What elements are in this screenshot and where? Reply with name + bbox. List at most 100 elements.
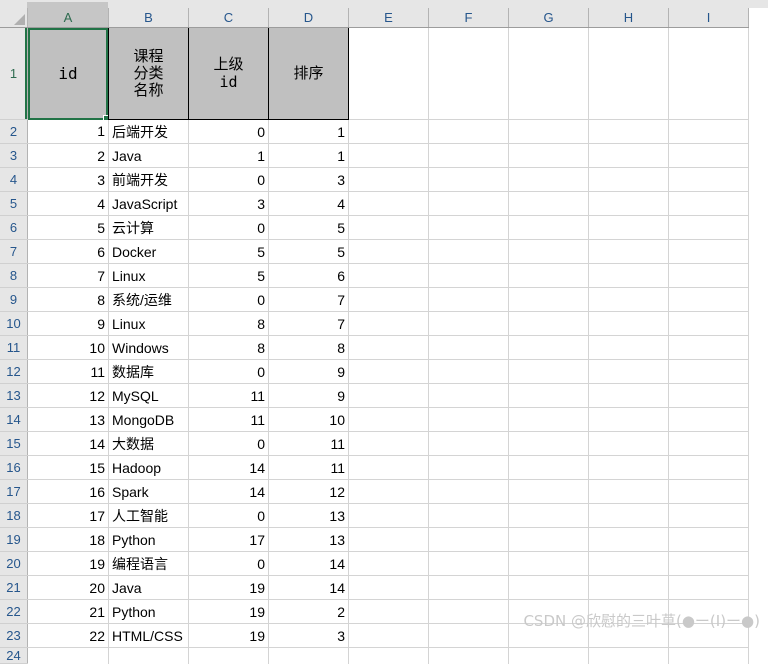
cell-f22[interactable] xyxy=(428,599,509,624)
column-header-a[interactable]: A xyxy=(27,8,109,28)
cell-d1-sort-header[interactable]: 排序 xyxy=(268,27,349,120)
cell-h11[interactable] xyxy=(588,335,669,360)
cell-d22[interactable]: 2 xyxy=(268,599,349,624)
cell-h20[interactable] xyxy=(588,551,669,576)
cell-e10[interactable] xyxy=(348,311,429,336)
cell-b13[interactable]: MySQL xyxy=(108,383,189,408)
cell-b12[interactable]: 数据库 xyxy=(108,359,189,384)
cell-c23[interactable]: 19 xyxy=(188,623,269,648)
cell-e8[interactable] xyxy=(348,263,429,288)
cell-c21[interactable]: 19 xyxy=(188,575,269,600)
cell-b24[interactable] xyxy=(108,647,189,664)
cell-e15[interactable] xyxy=(348,431,429,456)
cell-e1[interactable] xyxy=(348,27,429,120)
cell-a22[interactable]: 21 xyxy=(27,599,109,624)
cell-b15[interactable]: 大数据 xyxy=(108,431,189,456)
cell-g23[interactable] xyxy=(508,623,589,648)
row-header-9[interactable]: 9 xyxy=(0,287,28,312)
cell-b9[interactable]: 系统/运维 xyxy=(108,287,189,312)
row-header-14[interactable]: 14 xyxy=(0,407,28,432)
cell-d17[interactable]: 12 xyxy=(268,479,349,504)
cell-a23[interactable]: 22 xyxy=(27,623,109,648)
cell-d10[interactable]: 7 xyxy=(268,311,349,336)
cell-h3[interactable] xyxy=(588,143,669,168)
cell-i8[interactable] xyxy=(668,263,749,288)
cell-f5[interactable] xyxy=(428,191,509,216)
column-header-e[interactable]: E xyxy=(348,8,429,28)
cell-i18[interactable] xyxy=(668,503,749,528)
cell-e23[interactable] xyxy=(348,623,429,648)
cell-i19[interactable] xyxy=(668,527,749,552)
cell-c15[interactable]: 0 xyxy=(188,431,269,456)
cell-g22[interactable] xyxy=(508,599,589,624)
cell-e9[interactable] xyxy=(348,287,429,312)
cell-i12[interactable] xyxy=(668,359,749,384)
cell-f12[interactable] xyxy=(428,359,509,384)
cell-i5[interactable] xyxy=(668,191,749,216)
row-header-23[interactable]: 23 xyxy=(0,623,28,648)
cell-g11[interactable] xyxy=(508,335,589,360)
cell-i13[interactable] xyxy=(668,383,749,408)
cell-g16[interactable] xyxy=(508,455,589,480)
cell-i6[interactable] xyxy=(668,215,749,240)
row-header-12[interactable]: 12 xyxy=(0,359,28,384)
column-header-g[interactable]: G xyxy=(508,8,589,28)
select-all-button[interactable] xyxy=(0,8,28,28)
row-header-17[interactable]: 17 xyxy=(0,479,28,504)
cell-c24[interactable] xyxy=(188,647,269,664)
cell-i10[interactable] xyxy=(668,311,749,336)
cell-e14[interactable] xyxy=(348,407,429,432)
cell-g20[interactable] xyxy=(508,551,589,576)
cell-a9[interactable]: 8 xyxy=(27,287,109,312)
cell-a20[interactable]: 19 xyxy=(27,551,109,576)
row-header-20[interactable]: 20 xyxy=(0,551,28,576)
cell-b10[interactable]: Linux xyxy=(108,311,189,336)
cell-a8[interactable]: 7 xyxy=(27,263,109,288)
cell-i4[interactable] xyxy=(668,167,749,192)
row-header-18[interactable]: 18 xyxy=(0,503,28,528)
cell-g14[interactable] xyxy=(508,407,589,432)
cell-d19[interactable]: 13 xyxy=(268,527,349,552)
cell-h5[interactable] xyxy=(588,191,669,216)
cell-b19[interactable]: Python xyxy=(108,527,189,552)
cell-g21[interactable] xyxy=(508,575,589,600)
cell-e5[interactable] xyxy=(348,191,429,216)
cell-f3[interactable] xyxy=(428,143,509,168)
cell-a5[interactable]: 4 xyxy=(27,191,109,216)
cell-a7[interactable]: 6 xyxy=(27,239,109,264)
cell-c12[interactable]: 0 xyxy=(188,359,269,384)
cell-i2[interactable] xyxy=(668,119,749,144)
row-header-4[interactable]: 4 xyxy=(0,167,28,192)
cell-b22[interactable]: Python xyxy=(108,599,189,624)
cell-i16[interactable] xyxy=(668,455,749,480)
cell-g13[interactable] xyxy=(508,383,589,408)
cell-g7[interactable] xyxy=(508,239,589,264)
cell-a4[interactable]: 3 xyxy=(27,167,109,192)
cell-a12[interactable]: 11 xyxy=(27,359,109,384)
cell-a21[interactable]: 20 xyxy=(27,575,109,600)
cell-d18[interactable]: 13 xyxy=(268,503,349,528)
row-header-21[interactable]: 21 xyxy=(0,575,28,600)
cell-h16[interactable] xyxy=(588,455,669,480)
cell-g3[interactable] xyxy=(508,143,589,168)
cell-i1[interactable] xyxy=(668,27,749,120)
cell-d23[interactable]: 3 xyxy=(268,623,349,648)
cell-d24[interactable] xyxy=(268,647,349,664)
cell-b5[interactable]: JavaScript xyxy=(108,191,189,216)
row-header-24[interactable]: 24 xyxy=(0,647,28,664)
cell-a3[interactable]: 2 xyxy=(27,143,109,168)
cell-h18[interactable] xyxy=(588,503,669,528)
cell-f18[interactable] xyxy=(428,503,509,528)
cell-f2[interactable] xyxy=(428,119,509,144)
row-header-22[interactable]: 22 xyxy=(0,599,28,624)
row-header-16[interactable]: 16 xyxy=(0,455,28,480)
cell-e24[interactable] xyxy=(348,647,429,664)
cell-b3[interactable]: Java xyxy=(108,143,189,168)
row-header-15[interactable]: 15 xyxy=(0,431,28,456)
cell-c17[interactable]: 14 xyxy=(188,479,269,504)
cell-c22[interactable]: 19 xyxy=(188,599,269,624)
cell-d3[interactable]: 1 xyxy=(268,143,349,168)
cell-c4[interactable]: 0 xyxy=(188,167,269,192)
cell-h21[interactable] xyxy=(588,575,669,600)
cell-h24[interactable] xyxy=(588,647,669,664)
